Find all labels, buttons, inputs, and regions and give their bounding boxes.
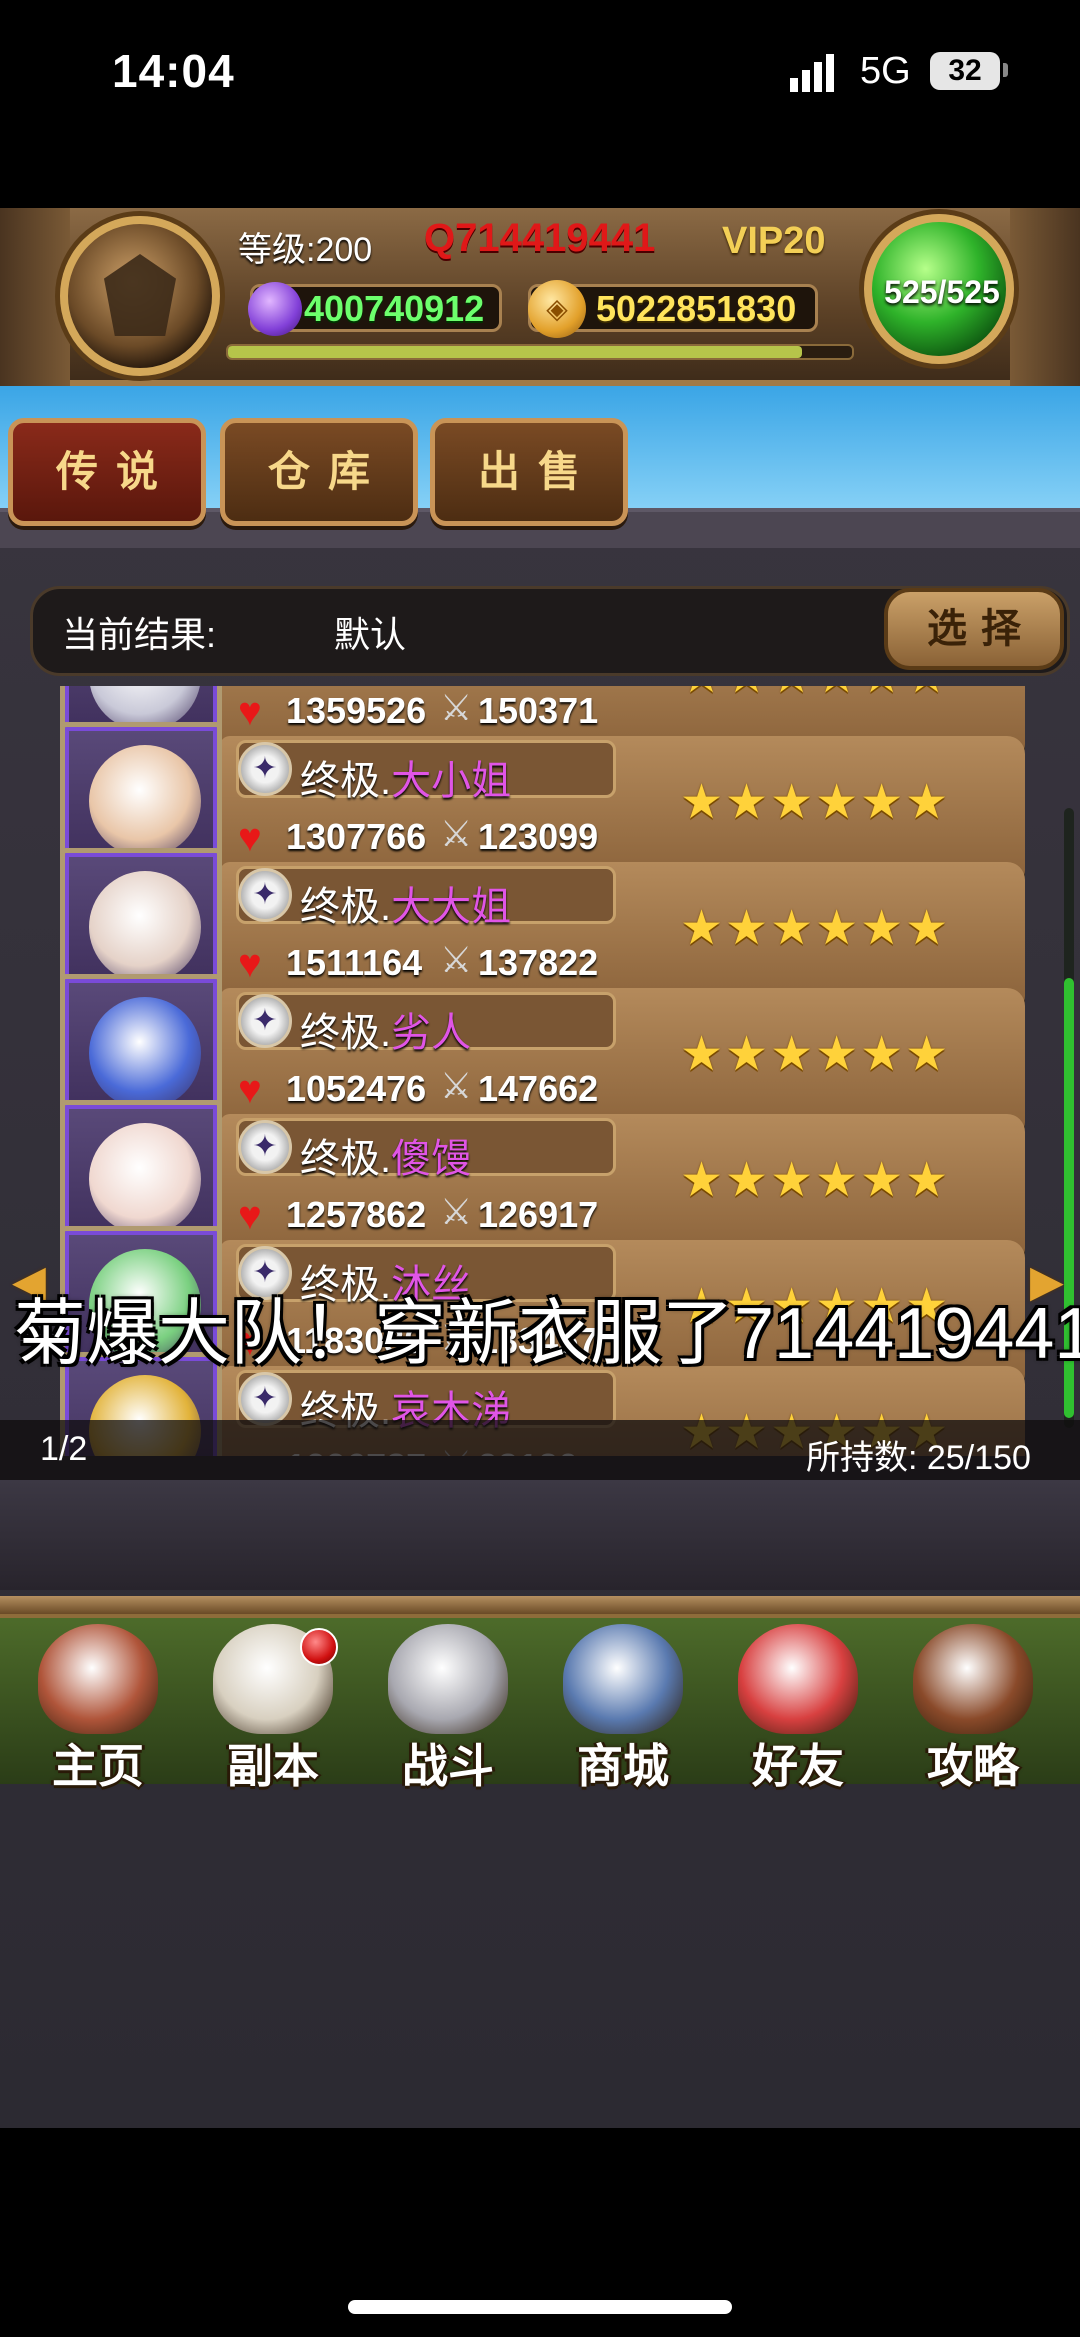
crossed-swords-icon: ⚔ — [440, 1191, 473, 1232]
xp-bar-fill — [228, 346, 803, 358]
select-button[interactable]: 选择 — [884, 588, 1064, 670]
nav-label: 攻略 — [927, 1740, 1019, 1792]
crossed-swords-icon: ⚔ — [440, 939, 473, 980]
hero-name: 终极.大大姐 — [300, 874, 511, 932]
wall-background-lower — [0, 1480, 1080, 1590]
xp-bar — [226, 344, 854, 360]
hero-name: 终极.劣人 — [300, 1000, 471, 1058]
class-icon: ✦ — [238, 868, 292, 922]
nav-label: 战斗 — [402, 1740, 494, 1792]
vip-badge[interactable]: VIP20 — [722, 220, 826, 263]
nav-label: 好友 — [752, 1740, 844, 1792]
filter-label: 当前结果: — [62, 614, 217, 655]
hero-name: 终极.傻馒 — [300, 1126, 471, 1184]
battery-tip — [1003, 63, 1008, 77]
caption-overlay: 菊爆大队！穿新衣服了714419441 — [14, 1294, 1080, 1374]
tab-sell[interactable]: 出售 — [430, 418, 628, 526]
player-header: 等级:200 Q714419441 VIP20 400740912 ◈ 5022… — [0, 208, 1080, 386]
nav-item[interactable]: 战斗 — [368, 1618, 528, 1792]
class-icon: ✦ — [238, 1372, 292, 1426]
nav-icon — [388, 1624, 508, 1734]
hero-prefix: 终极. — [300, 1137, 392, 1181]
battery-icon: 32 — [930, 52, 1000, 90]
hero-name-text: 大大姐 — [391, 885, 512, 929]
hero-name-text: 劣人 — [391, 1011, 472, 1055]
player-level: 等级:200 — [238, 231, 373, 269]
star-rating: ★★★★★★ — [680, 902, 951, 955]
coin-icon: ◈ — [528, 280, 586, 338]
status-time: 14:04 — [112, 45, 235, 97]
stamina-value: 525/525 — [884, 274, 1000, 310]
class-icon: ✦ — [238, 1120, 292, 1174]
gem-icon — [248, 282, 302, 336]
holding-count: 所持数: 25/150 — [806, 1439, 1031, 1477]
tab-storage[interactable]: 仓库 — [220, 418, 418, 526]
star-rating: ★★★★★★ — [680, 1154, 951, 1207]
nav-icon — [738, 1624, 858, 1734]
hero-prefix: 终极. — [300, 1011, 392, 1055]
hero-name: 终极.大小姐 — [300, 748, 511, 806]
signal-icon — [790, 54, 834, 92]
nav-label: 商城 — [577, 1740, 669, 1792]
nav-item[interactable]: 攻略 — [893, 1618, 1053, 1792]
gem-value: 400740912 — [304, 288, 485, 329]
crossed-swords-icon: ⚔ — [440, 687, 473, 728]
class-icon: ✦ — [238, 994, 292, 1048]
star-rating: ★★★★★★ — [680, 686, 950, 704]
home-indicator[interactable] — [348, 2300, 732, 2314]
hero-name-text: 大小姐 — [391, 759, 512, 803]
hero-name-text: 傻馒 — [391, 1137, 472, 1181]
filter-value: 默认 — [334, 614, 407, 655]
notification-dot — [300, 1628, 338, 1666]
hero-prefix: 终极. — [300, 885, 392, 929]
page-indicator: 1/2 — [40, 1430, 88, 1468]
nav-label: 主页 — [52, 1740, 144, 1792]
game-screen: 等级:200 Q714419441 VIP20 400740912 ◈ 5022… — [0, 208, 1080, 2128]
nav-item[interactable]: 主页 — [18, 1618, 178, 1792]
rank-emblem-icon[interactable] — [60, 216, 220, 376]
crossed-swords-icon: ⚔ — [440, 1065, 473, 1106]
nav-item[interactable]: 商城 — [543, 1618, 703, 1792]
star-rating: ★★★★★★ — [680, 1028, 951, 1081]
nav-item[interactable]: 好友 — [718, 1618, 878, 1792]
star-rating: ★★★★★★ — [680, 776, 951, 829]
nav-icon — [38, 1624, 158, 1734]
nav-icon — [563, 1624, 683, 1734]
hero-prefix: 终极. — [300, 759, 392, 803]
player-id: Q714419441 — [424, 216, 656, 260]
class-icon: ✦ — [238, 742, 292, 796]
status-bar: 14:04 5G 32 — [0, 0, 1080, 140]
coin-value: 5022851830 — [596, 288, 797, 329]
wood-rail — [0, 1596, 1080, 1614]
network-type: 5G — [860, 50, 911, 92]
nav-label: 副本 — [227, 1740, 319, 1792]
nav-icon — [913, 1624, 1033, 1734]
tab-legend[interactable]: 传说 — [8, 418, 206, 526]
crossed-swords-icon: ⚔ — [440, 813, 473, 854]
